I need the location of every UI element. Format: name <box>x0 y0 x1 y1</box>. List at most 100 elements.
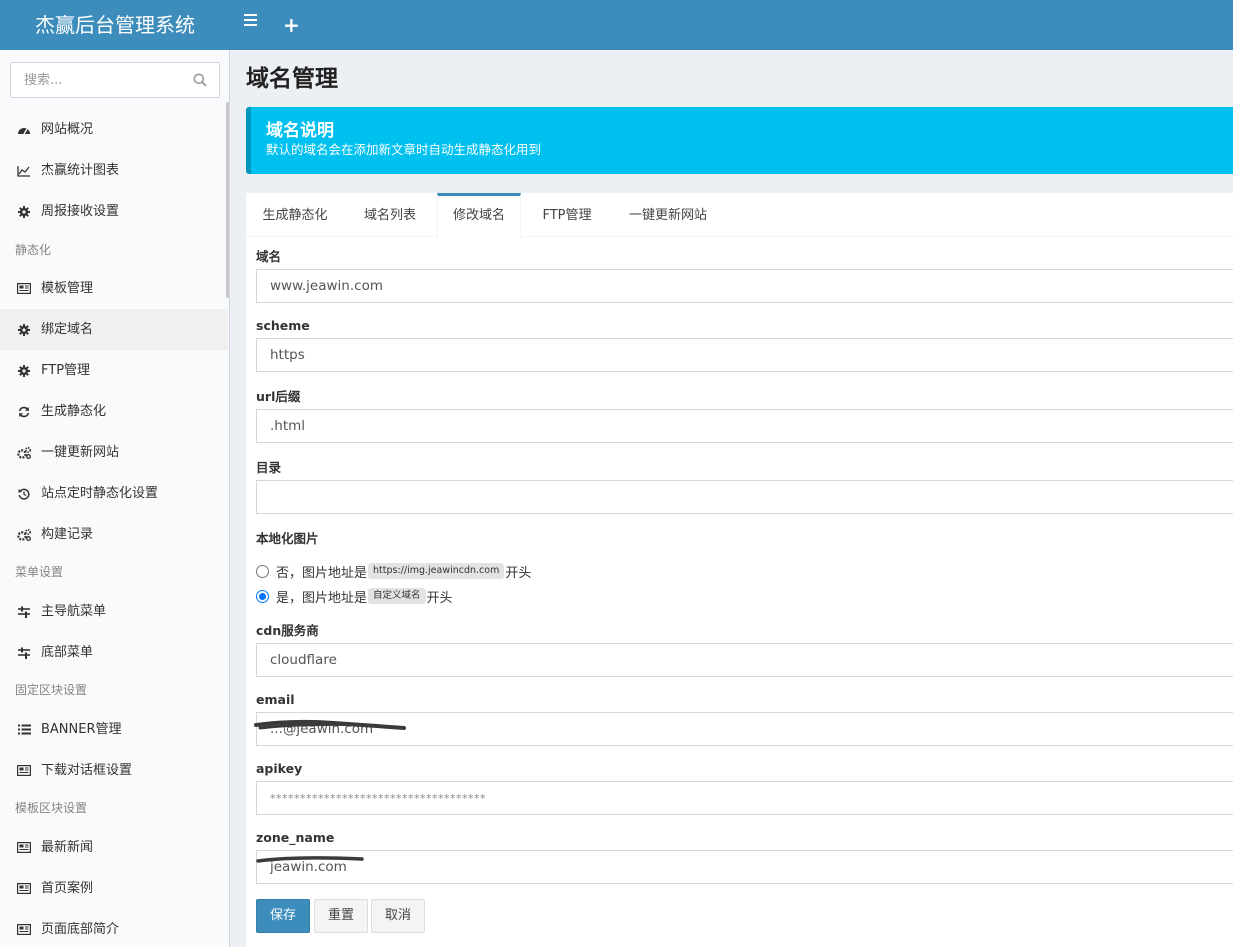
tab-one-click-update[interactable]: 一键更新网站 <box>612 193 724 237</box>
gear-icon <box>17 323 31 337</box>
dashboard-icon <box>17 123 31 137</box>
sidebar-item-label: 页面底部简介 <box>41 922 120 937</box>
sidebar-item-label: 最新新闻 <box>41 840 94 855</box>
gear-icon <box>17 205 31 219</box>
url-suffix-label: url后缀 <box>256 389 301 404</box>
sidebar-item-banner[interactable]: BANNER管理 <box>0 709 228 750</box>
scheme-field: https <box>256 338 1233 372</box>
option-no-suffix: 开头 <box>505 565 532 581</box>
sidebar-item-label: 杰赢统计图表 <box>41 163 120 178</box>
directory-field <box>256 480 1233 514</box>
newspaper-icon <box>17 841 31 855</box>
sliders-icon <box>17 646 31 660</box>
cdn-label: cdn服务商 <box>256 623 319 638</box>
apikey-input[interactable] <box>257 782 1233 814</box>
sidebar: 网站概况 杰赢统计图表 周报接收设置 静态化 模板管理 绑定域名 FTP管理 生… <box>0 50 230 947</box>
option-no-prefix: 否，图片地址是 <box>276 565 368 581</box>
sidebar-item-label: 周报接收设置 <box>41 204 120 219</box>
sidebar-item-label: 网站概况 <box>41 122 94 137</box>
info-callout: 域名说明 默认的域名会在添加新文章时自动生成静态化用到 <box>246 107 1233 174</box>
gear-icon <box>17 364 31 378</box>
domain-form-panel: 生成静态化 域名列表 修改域名 FTP管理 一键更新网站 域名 scheme h… <box>246 193 1233 947</box>
apikey-field <box>256 781 1233 815</box>
save-button[interactable]: 保存 <box>256 899 310 933</box>
newspaper-icon <box>17 282 31 296</box>
menu-header-template-blocks: 模板区块设置 <box>15 801 88 815</box>
menu-header-static: 静态化 <box>15 243 52 257</box>
url-suffix-input[interactable] <box>257 410 1233 442</box>
sidebar-item-label: 绑定域名 <box>41 322 94 337</box>
sidebar-item-label: FTP管理 <box>41 363 91 378</box>
app-title[interactable]: 杰赢后台管理系统 <box>0 0 230 50</box>
cdn-field: cloudflare <box>256 643 1233 677</box>
sidebar-item-label: 下载对话框设置 <box>41 763 133 778</box>
callout-title: 域名说明 <box>266 121 334 141</box>
sidebar-item-main-nav[interactable]: 主导航菜单 <box>0 591 228 632</box>
tab-generate-static[interactable]: 生成静态化 <box>246 193 344 237</box>
apikey-label: apikey <box>256 761 303 776</box>
sidebar-item-label: 底部菜单 <box>41 645 94 660</box>
zone-name-field <box>256 850 1233 884</box>
history-icon <box>17 487 31 501</box>
domain-field <box>256 269 1233 303</box>
sidebar-item-label: 首页案例 <box>41 881 94 896</box>
sidebar-item-footer-menu[interactable]: 底部菜单 <box>0 632 228 673</box>
tab-bar: 生成静态化 域名列表 修改域名 FTP管理 一键更新网站 <box>246 193 1233 238</box>
newspaper-icon <box>17 764 31 778</box>
localize-option-no: 否，图片地址是 https://img.jeawincdn.com 开头 <box>256 562 532 581</box>
sidebar-item-label: 站点定时静态化设置 <box>41 486 159 501</box>
sidebar-item-overview[interactable]: 网站概况 <box>0 109 228 150</box>
top-navbar: 杰赢后台管理系统 + <box>0 0 1233 50</box>
line-chart-icon <box>17 164 31 178</box>
directory-input[interactable] <box>257 481 1233 513</box>
sliders-icon <box>17 605 31 619</box>
sidebar-item-ftp[interactable]: FTP管理 <box>0 350 228 391</box>
sidebar-item-build-log[interactable]: 构建记录 <box>0 514 228 555</box>
localize-images-label: 本地化图片 <box>256 531 319 546</box>
sidebar-item-label: 生成静态化 <box>41 404 107 419</box>
search-input[interactable] <box>11 63 186 97</box>
localize-no-radio[interactable] <box>256 564 269 578</box>
cdn-select[interactable]: cloudflare <box>257 644 1233 676</box>
directory-label: 目录 <box>256 460 282 475</box>
search-icon[interactable] <box>193 73 207 87</box>
email-label: email <box>256 692 295 707</box>
sidebar-item-footer-intro[interactable]: 页面底部简介 <box>0 909 228 947</box>
sidebar-item-charts[interactable]: 杰赢统计图表 <box>0 150 228 191</box>
domain-input[interactable] <box>257 270 1233 302</box>
email-field <box>256 712 1233 746</box>
callout-text: 默认的域名会在添加新文章时自动生成静态化用到 <box>266 142 542 157</box>
add-tab-icon[interactable]: + <box>283 12 300 38</box>
sidebar-item-generate-static[interactable]: 生成静态化 <box>0 391 228 432</box>
sidebar-item-bind-domain[interactable]: 绑定域名 <box>0 309 228 350</box>
sidebar-item-latest-news[interactable]: 最新新闻 <box>0 827 228 868</box>
sidebar-item-weekly-report[interactable]: 周报接收设置 <box>0 191 228 232</box>
sidebar-item-label: 主导航菜单 <box>41 604 107 619</box>
localize-yes-radio[interactable] <box>256 589 269 603</box>
tab-ftp[interactable]: FTP管理 <box>522 193 612 237</box>
menu-header-menus: 菜单设置 <box>15 565 64 579</box>
menu-header-fixed-blocks: 固定区块设置 <box>15 683 88 697</box>
gears-icon <box>17 528 31 542</box>
tab-domain-list[interactable]: 域名列表 <box>344 193 436 237</box>
sidebar-item-scheduled-static[interactable]: 站点定时静态化设置 <box>0 473 228 514</box>
tab-edit-domain[interactable]: 修改域名 <box>437 193 521 238</box>
url-suffix-field <box>256 409 1233 443</box>
sidebar-search <box>10 62 220 98</box>
sidebar-item-download-dialog[interactable]: 下载对话框设置 <box>0 750 228 791</box>
option-yes-suffix: 开头 <box>426 590 453 606</box>
sidebar-toggle-icon[interactable] <box>244 14 257 26</box>
newspaper-icon <box>17 882 31 896</box>
option-yes-code: 自定义域名 <box>368 588 426 604</box>
sidebar-item-home-cases[interactable]: 首页案例 <box>0 868 228 909</box>
sidebar-item-one-click-update[interactable]: 一键更新网站 <box>0 432 228 473</box>
scheme-select[interactable]: https <box>257 339 1233 371</box>
sidebar-item-label: 模板管理 <box>41 281 94 296</box>
scheme-label: scheme <box>256 318 310 333</box>
zone-name-label: zone_name <box>256 830 335 845</box>
sidebar-item-templates[interactable]: 模板管理 <box>0 268 228 309</box>
reset-button[interactable]: 重置 <box>314 899 368 933</box>
cancel-button[interactable]: 取消 <box>371 899 425 933</box>
email-input[interactable] <box>257 713 1233 745</box>
zone-name-input[interactable] <box>257 851 1233 883</box>
